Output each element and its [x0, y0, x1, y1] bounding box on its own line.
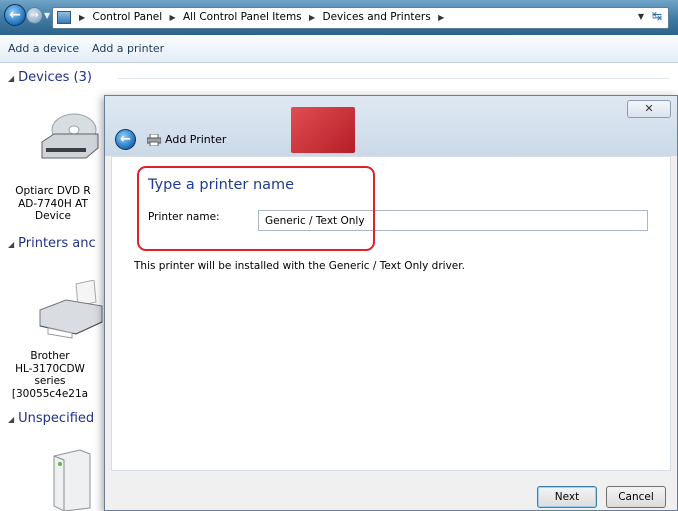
- device-printer-label[interactable]: Brother HL-3170CDW series [30055c4e21a: [5, 350, 95, 400]
- device-label-line: Optiarc DVD R: [15, 185, 91, 197]
- driver-info-text: This printer will be installed with the …: [134, 260, 465, 272]
- address-bar-area: ← → ▼ ▶ Control Panel ▶ All Control Pane…: [0, 0, 678, 35]
- dialog-title: Add Printer: [165, 133, 227, 146]
- group-header-printers[interactable]: ◢ Printers anc: [8, 236, 96, 251]
- breadcrumb: ▶ Control Panel ▶ All Control Panel Item…: [75, 11, 448, 23]
- background-thumbnail: [291, 107, 355, 153]
- breadcrumb-all-items[interactable]: All Control Panel Items: [183, 11, 302, 23]
- group-title: Printers anc: [18, 236, 96, 251]
- printer-name-label: Printer name:: [148, 211, 220, 223]
- printer-icon[interactable]: [36, 280, 106, 340]
- device-label-line: series: [34, 375, 66, 387]
- group-divider: [118, 78, 670, 79]
- device-label-line: [30055c4e21a: [11, 387, 89, 400]
- cancel-button[interactable]: Cancel: [606, 486, 666, 508]
- group-header-unspecified[interactable]: ◢ Unspecified: [8, 411, 94, 426]
- address-dropdown-icon[interactable]: ▼: [638, 12, 644, 21]
- next-button[interactable]: Next: [537, 486, 597, 508]
- group-title: Devices (3): [18, 70, 92, 85]
- printer-name-input[interactable]: [258, 210, 648, 231]
- group-header-devices[interactable]: ◢ Devices (3): [8, 70, 92, 85]
- device-dvd-label[interactable]: Optiarc DVD R AD-7740H AT Device: [8, 185, 98, 223]
- breadcrumb-separator-icon[interactable]: ▶: [169, 13, 175, 22]
- control-panel-icon: [57, 11, 71, 24]
- collapse-triangle-icon[interactable]: ◢: [8, 240, 14, 249]
- refresh-icon[interactable]: ↹: [648, 9, 666, 27]
- breadcrumb-separator-icon[interactable]: ▶: [438, 13, 444, 22]
- forward-button[interactable]: →: [26, 7, 43, 24]
- command-bar: Add a device Add a printer: [0, 35, 678, 63]
- device-label-line: AD-7740H AT: [18, 197, 88, 210]
- address-bar[interactable]: ▶ Control Panel ▶ All Control Panel Item…: [52, 7, 669, 29]
- dialog-header: ✕ ← Add Printer: [105, 96, 677, 156]
- add-printer-dialog: ✕ ← Add Printer Type a printer name Prin…: [104, 95, 678, 511]
- printer-small-icon: [147, 134, 161, 146]
- collapse-triangle-icon[interactable]: ◢: [8, 415, 14, 424]
- breadcrumb-separator-icon[interactable]: ▶: [79, 13, 85, 22]
- dialog-back-button[interactable]: ←: [115, 129, 136, 150]
- computer-tower-icon[interactable]: [50, 448, 92, 511]
- breadcrumb-control-panel[interactable]: Control Panel: [93, 11, 163, 23]
- device-label-line: HL-3170CDW: [15, 362, 85, 375]
- dialog-body: Type a printer name Printer name: This p…: [111, 156, 671, 471]
- breadcrumb-separator-icon[interactable]: ▶: [309, 13, 315, 22]
- add-printer-button[interactable]: Add a printer: [92, 42, 164, 55]
- device-label-line: Brother: [30, 350, 70, 362]
- dvd-drive-icon[interactable]: [40, 108, 100, 164]
- collapse-triangle-icon[interactable]: ◢: [8, 74, 14, 83]
- breadcrumb-devices-printers[interactable]: Devices and Printers: [323, 11, 431, 23]
- page-heading: Type a printer name: [148, 177, 295, 193]
- device-label-line: Device: [35, 210, 71, 222]
- group-title: Unspecified: [18, 411, 95, 426]
- close-button[interactable]: ✕: [627, 100, 671, 118]
- add-device-button[interactable]: Add a device: [8, 42, 79, 55]
- back-button[interactable]: ←: [4, 4, 26, 26]
- recent-pages-dropdown[interactable]: ▼: [44, 11, 50, 20]
